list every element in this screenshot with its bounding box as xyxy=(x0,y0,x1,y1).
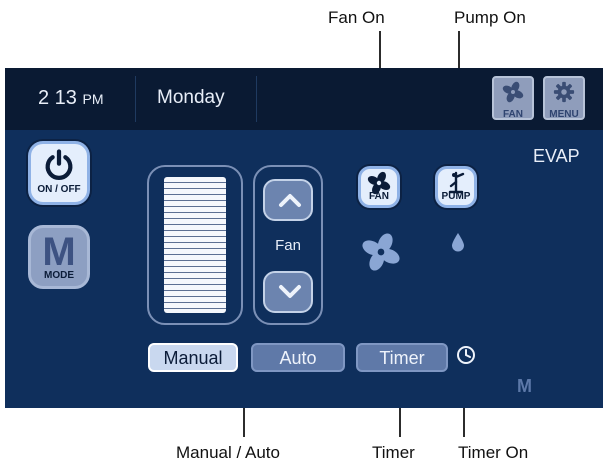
on-off-label: ON / OFF xyxy=(37,184,81,195)
fan-speed-bar xyxy=(164,177,226,313)
divider xyxy=(135,76,136,122)
fan-menu-label: FAN xyxy=(503,109,523,120)
clock-time: 2 13 PM xyxy=(38,87,104,110)
menu-label: MENU xyxy=(549,109,579,120)
callout-pump-on: Pump On xyxy=(454,8,526,27)
gear-icon xyxy=(553,81,575,103)
day-label: Monday xyxy=(157,87,225,108)
mode-indicator: M xyxy=(517,376,532,396)
thermostat-screen: 2 13 PM Monday FAN MENU ON / OFF M MODE … xyxy=(5,68,603,408)
mode-label: MODE xyxy=(44,270,74,281)
timer-button[interactable]: Timer xyxy=(356,343,448,372)
evap-mode-label: EVAP xyxy=(533,146,580,166)
mode-letter: M xyxy=(42,230,76,274)
fan-icon xyxy=(502,81,524,103)
pump-status-button[interactable]: PUMP xyxy=(435,166,477,208)
chevron-up-icon xyxy=(279,194,301,207)
fan-on-indicator-icon xyxy=(362,233,400,271)
on-off-button[interactable]: ON / OFF xyxy=(28,141,90,205)
callout-fan-on: Fan On xyxy=(328,8,385,27)
divider xyxy=(256,76,257,122)
manual-button[interactable]: Manual xyxy=(148,343,238,372)
fan-status-label: FAN xyxy=(369,191,389,202)
pump-status-label: PUMP xyxy=(441,191,471,202)
fan-status-button[interactable]: FAN xyxy=(358,166,400,208)
time-value: 2 13 xyxy=(38,87,77,109)
time-ampm: PM xyxy=(82,91,104,107)
mode-button[interactable]: M MODE xyxy=(28,225,90,289)
fan-speed-control: Fan xyxy=(253,165,323,325)
clock-icon xyxy=(457,346,475,364)
callout-timer: Timer xyxy=(372,443,415,462)
top-bar: 2 13 PM Monday FAN MENU xyxy=(5,68,603,130)
fan-speed-display xyxy=(147,165,243,325)
fan-up-button[interactable] xyxy=(263,179,313,221)
fan-label: Fan xyxy=(275,237,301,254)
callout-timer-on: Timer On xyxy=(458,443,529,462)
water-drop-icon xyxy=(452,233,464,252)
auto-button[interactable]: Auto xyxy=(251,343,345,372)
chevron-down-icon xyxy=(279,285,301,298)
fan-down-button[interactable] xyxy=(263,271,313,313)
power-icon xyxy=(45,149,73,180)
fan-menu-button[interactable]: FAN xyxy=(492,76,534,120)
callout-manual-auto: Manual / Auto xyxy=(176,443,280,462)
menu-button[interactable]: MENU xyxy=(543,76,585,120)
